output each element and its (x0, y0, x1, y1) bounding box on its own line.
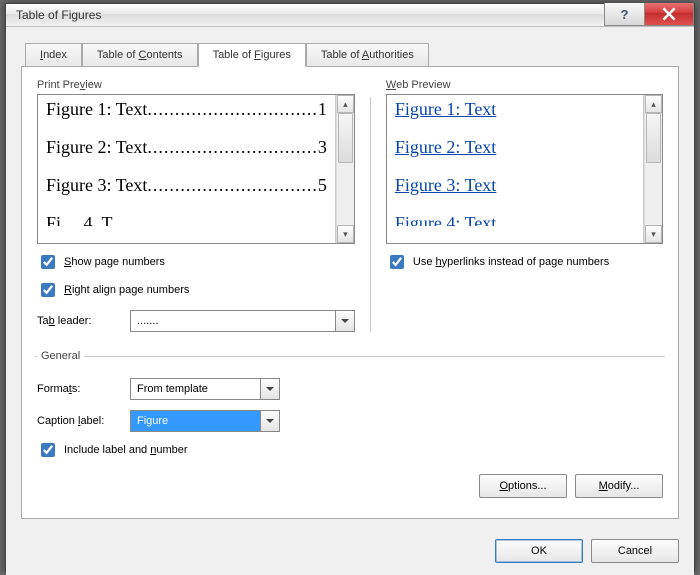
use-hyperlinks-label: Use hyperlinks instead of page numbers (413, 256, 609, 268)
scroll-thumb[interactable] (646, 113, 661, 163)
print-preview-row: Figure 1: Text..........................… (46, 100, 327, 118)
web-preview-link-partial[interactable]: Figure 4: Text (395, 214, 635, 226)
scroll-down-button[interactable]: ▾ (337, 225, 354, 243)
right-align-row: Right align page numbers (37, 280, 355, 300)
formats-label: Formats: (37, 383, 122, 395)
help-button[interactable]: ? (604, 3, 644, 26)
column-divider (370, 97, 371, 332)
cancel-button[interactable]: Cancel (591, 539, 679, 563)
options-button[interactable]: Options... (479, 474, 567, 498)
web-preview-box: Figure 1: Text Figure 2: Text Figure 3: … (386, 94, 663, 244)
show-page-numbers-label: Show page numbers (64, 256, 165, 268)
print-preview-row: Figure 2: Text..........................… (46, 138, 327, 156)
print-preview-scrollbar[interactable]: ▴ ▾ (336, 95, 354, 243)
dropdown-button[interactable] (261, 379, 279, 399)
tab-toc[interactable]: Table of Contents (82, 43, 198, 67)
tab-leader-combo[interactable]: ....... (130, 310, 355, 332)
close-icon (662, 7, 676, 21)
modify-button[interactable]: Modify... (575, 474, 663, 498)
dropdown-button[interactable] (261, 411, 279, 431)
close-button[interactable] (644, 3, 694, 26)
caption-label-label: Caption label: (37, 415, 122, 427)
right-align-label: Right align page numbers (64, 284, 189, 296)
general-legend: General (37, 350, 84, 362)
titlebar: Table of Figures ? (6, 4, 694, 27)
tab-panel: Print Preview Figure 1: Text............… (21, 66, 679, 519)
window-title: Table of Figures (16, 8, 604, 22)
web-preview-link[interactable]: Figure 2: Text (395, 138, 635, 156)
tab-leader-label: Tab leader: (37, 315, 122, 327)
tab-leader-row: Tab leader: ....... (37, 310, 355, 332)
general-button-row: Options... Modify... (37, 460, 663, 498)
tab-leader-value: ....... (131, 311, 336, 331)
tab-strip: Index Table of Contents Table of Figures… (25, 42, 679, 66)
include-label-checkbox[interactable] (41, 443, 55, 457)
dropdown-button[interactable] (336, 311, 354, 331)
web-preview-link[interactable]: Figure 1: Text (395, 100, 635, 118)
print-preview-row-partial: Fi 4 T (46, 214, 327, 226)
caption-label-combo[interactable]: Figure (130, 410, 280, 432)
scroll-down-button[interactable]: ▾ (645, 225, 662, 243)
chevron-down-icon (341, 317, 349, 325)
preview-columns: Print Preview Figure 1: Text............… (37, 79, 663, 332)
use-hyperlinks-row: Use hyperlinks instead of page numbers (386, 252, 663, 272)
formats-row: Formats: From template (37, 378, 663, 400)
web-preview-col: Web Preview Figure 1: Text Figure 2: Tex… (386, 79, 663, 332)
web-preview-content: Figure 1: Text Figure 2: Text Figure 3: … (387, 95, 644, 243)
chevron-down-icon (266, 417, 274, 425)
formats-value: From template (131, 379, 261, 399)
use-hyperlinks-checkbox[interactable] (390, 255, 404, 269)
show-page-numbers-checkbox[interactable] (41, 255, 55, 269)
dialog-window: Table of Figures ? Index Table of Conten… (5, 3, 695, 572)
dialog-body: Index Table of Contents Table of Figures… (6, 27, 694, 529)
general-group: General Formats: From template Caption l… (35, 350, 665, 506)
tab-toa[interactable]: Table of Authorities (306, 43, 429, 67)
print-preview-box: Figure 1: Text..........................… (37, 94, 355, 244)
web-preview-link[interactable]: Figure 3: Text (395, 176, 635, 194)
caption-label-row: Caption label: Figure (37, 410, 663, 432)
footer-buttons: OK Cancel (6, 529, 694, 575)
include-label-row: Include label and number (37, 440, 663, 460)
web-preview-scrollbar[interactable]: ▴ ▾ (644, 95, 662, 243)
scroll-thumb[interactable] (338, 113, 353, 163)
print-preview-content: Figure 1: Text..........................… (38, 95, 336, 243)
print-preview-col: Print Preview Figure 1: Text............… (37, 79, 355, 332)
chevron-down-icon (266, 385, 274, 393)
window-buttons: ? (604, 4, 694, 26)
print-preview-label: Print Preview (37, 79, 355, 91)
caption-label-value: Figure (131, 411, 261, 431)
right-align-checkbox[interactable] (41, 283, 55, 297)
tab-tof[interactable]: Table of Figures (198, 43, 306, 67)
tab-index[interactable]: Index (25, 43, 82, 67)
scroll-up-button[interactable]: ▴ (645, 95, 662, 113)
formats-combo[interactable]: From template (130, 378, 280, 400)
print-preview-row: Figure 3: Text..........................… (46, 176, 327, 194)
include-label-label: Include label and number (64, 444, 188, 456)
scroll-up-button[interactable]: ▴ (337, 95, 354, 113)
web-preview-label: Web Preview (386, 79, 663, 91)
show-page-numbers-row: Show page numbers (37, 252, 355, 272)
ok-button[interactable]: OK (495, 539, 583, 563)
